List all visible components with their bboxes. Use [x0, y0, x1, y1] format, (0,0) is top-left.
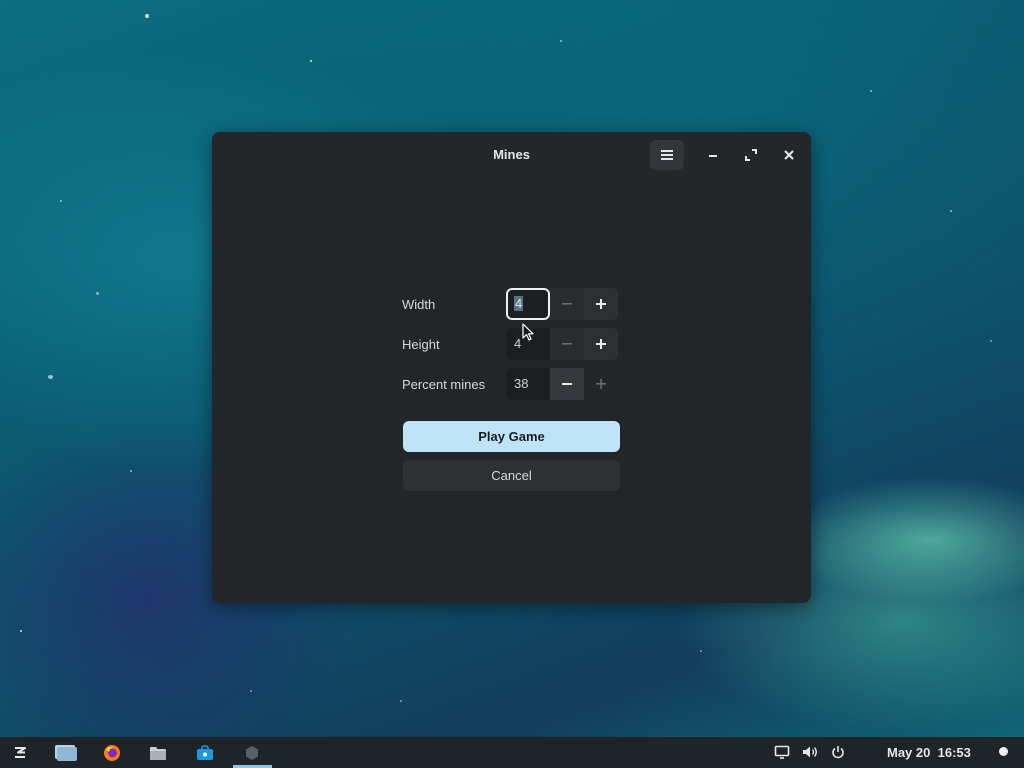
taskbar-software-store[interactable] — [190, 740, 220, 766]
mouse-cursor-icon — [522, 323, 534, 341]
width-value: 4 — [514, 296, 524, 311]
minus-icon — [562, 343, 572, 345]
taskbar-mines[interactable] — [237, 740, 267, 766]
cancel-button[interactable]: Cancel — [403, 460, 620, 491]
hamburger-menu-icon — [661, 150, 673, 160]
plus-icon — [596, 339, 606, 349]
tray-screen[interactable] — [773, 743, 791, 761]
maximize-button[interactable] — [736, 140, 766, 170]
play-game-button[interactable]: Play Game — [403, 421, 620, 452]
minimize-button[interactable] — [698, 140, 728, 170]
height-label: Height — [402, 337, 440, 352]
close-button[interactable] — [774, 140, 804, 170]
title-bar[interactable]: Mines — [212, 132, 811, 178]
firefox-icon — [104, 745, 120, 761]
percent-mines-label: Percent mines — [402, 377, 486, 392]
tray-volume[interactable] — [801, 743, 819, 761]
files-folder-icon — [150, 747, 166, 760]
screen-icon — [774, 745, 790, 759]
percent-mines-spinbutton[interactable]: 38 — [506, 368, 620, 402]
plus-icon — [596, 299, 606, 309]
notification-dot-icon[interactable] — [999, 747, 1008, 756]
height-decrease-button[interactable] — [550, 328, 584, 360]
width-increase-button[interactable] — [584, 288, 618, 320]
percent-mines-decrease-button[interactable] — [550, 368, 584, 400]
clock-date: May 20 — [887, 745, 931, 760]
minimize-icon — [709, 155, 717, 157]
close-icon — [784, 150, 794, 160]
app-menu-button[interactable] — [5, 740, 35, 766]
minus-icon — [562, 383, 572, 385]
zorin-menu-icon — [15, 747, 26, 758]
menu-button[interactable] — [650, 140, 684, 170]
tray-power[interactable] — [829, 743, 847, 761]
mines-window: Mines Width 4 Height 4 Percent mines 38 … — [212, 132, 811, 603]
mines-app-icon — [246, 746, 258, 760]
percent-mines-input[interactable]: 38 — [506, 368, 550, 400]
clock[interactable]: May 20 16:53 — [887, 737, 971, 768]
minus-icon — [562, 303, 572, 305]
taskbar: May 20 16:53 — [0, 737, 1024, 768]
clock-time: 16:53 — [937, 745, 971, 760]
power-icon — [832, 746, 844, 759]
width-input[interactable]: 4 — [506, 288, 550, 320]
maximize-icon — [745, 149, 757, 161]
taskbar-files-window[interactable] — [50, 740, 80, 766]
height-increase-button[interactable] — [584, 328, 618, 360]
percent-mines-increase-button[interactable] — [584, 368, 618, 400]
width-decrease-button[interactable] — [550, 288, 584, 320]
taskbar-files[interactable] — [143, 740, 173, 766]
width-label: Width — [402, 297, 436, 312]
width-spinbutton[interactable]: 4 — [506, 288, 620, 322]
volume-icon — [803, 746, 817, 758]
software-store-icon — [197, 745, 213, 760]
plus-icon — [596, 379, 606, 389]
taskbar-firefox[interactable] — [97, 740, 127, 766]
files-window-icon — [55, 745, 77, 761]
